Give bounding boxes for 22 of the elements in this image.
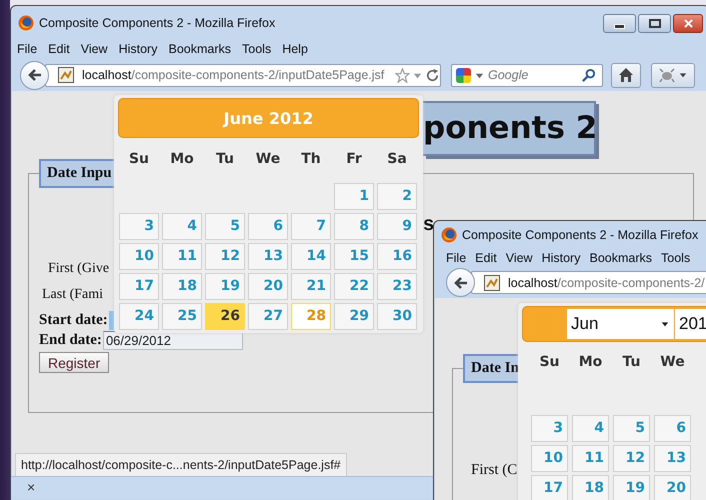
page-heading: ponents 2 xyxy=(423,101,596,156)
weekday-label: We xyxy=(659,354,686,370)
field-label: End date: xyxy=(39,332,102,348)
weekday-label: Mo xyxy=(578,354,604,370)
heading-fragment: s xyxy=(423,212,434,236)
weekday-label: Th xyxy=(300,151,322,167)
weekday-label: Su xyxy=(538,354,561,370)
weekday-label: Tu xyxy=(622,354,642,370)
status-url: http://localhost/composite-c...nents-2/inputDate5Page.jsf# xyxy=(15,453,347,476)
weekday-label: Fr xyxy=(345,151,363,167)
weekday-label: Tu xyxy=(215,151,235,167)
window-title: Composite Components 2 - Mozilla Firefox xyxy=(462,228,698,242)
window-title: Composite Components 2 - Mozilla Firefox xyxy=(39,16,276,30)
weekday-label: Mo xyxy=(169,151,195,167)
weekday-label: Sa xyxy=(386,151,408,167)
weekday-label: We xyxy=(254,151,282,167)
month-title: June 2012 xyxy=(224,108,314,128)
field-label: First (C xyxy=(471,461,518,479)
field-label: Last (Fami xyxy=(42,286,104,304)
field-label: First (Give xyxy=(48,260,110,278)
weekday-label: Su xyxy=(128,151,150,167)
field-label: Start date: xyxy=(39,312,108,328)
